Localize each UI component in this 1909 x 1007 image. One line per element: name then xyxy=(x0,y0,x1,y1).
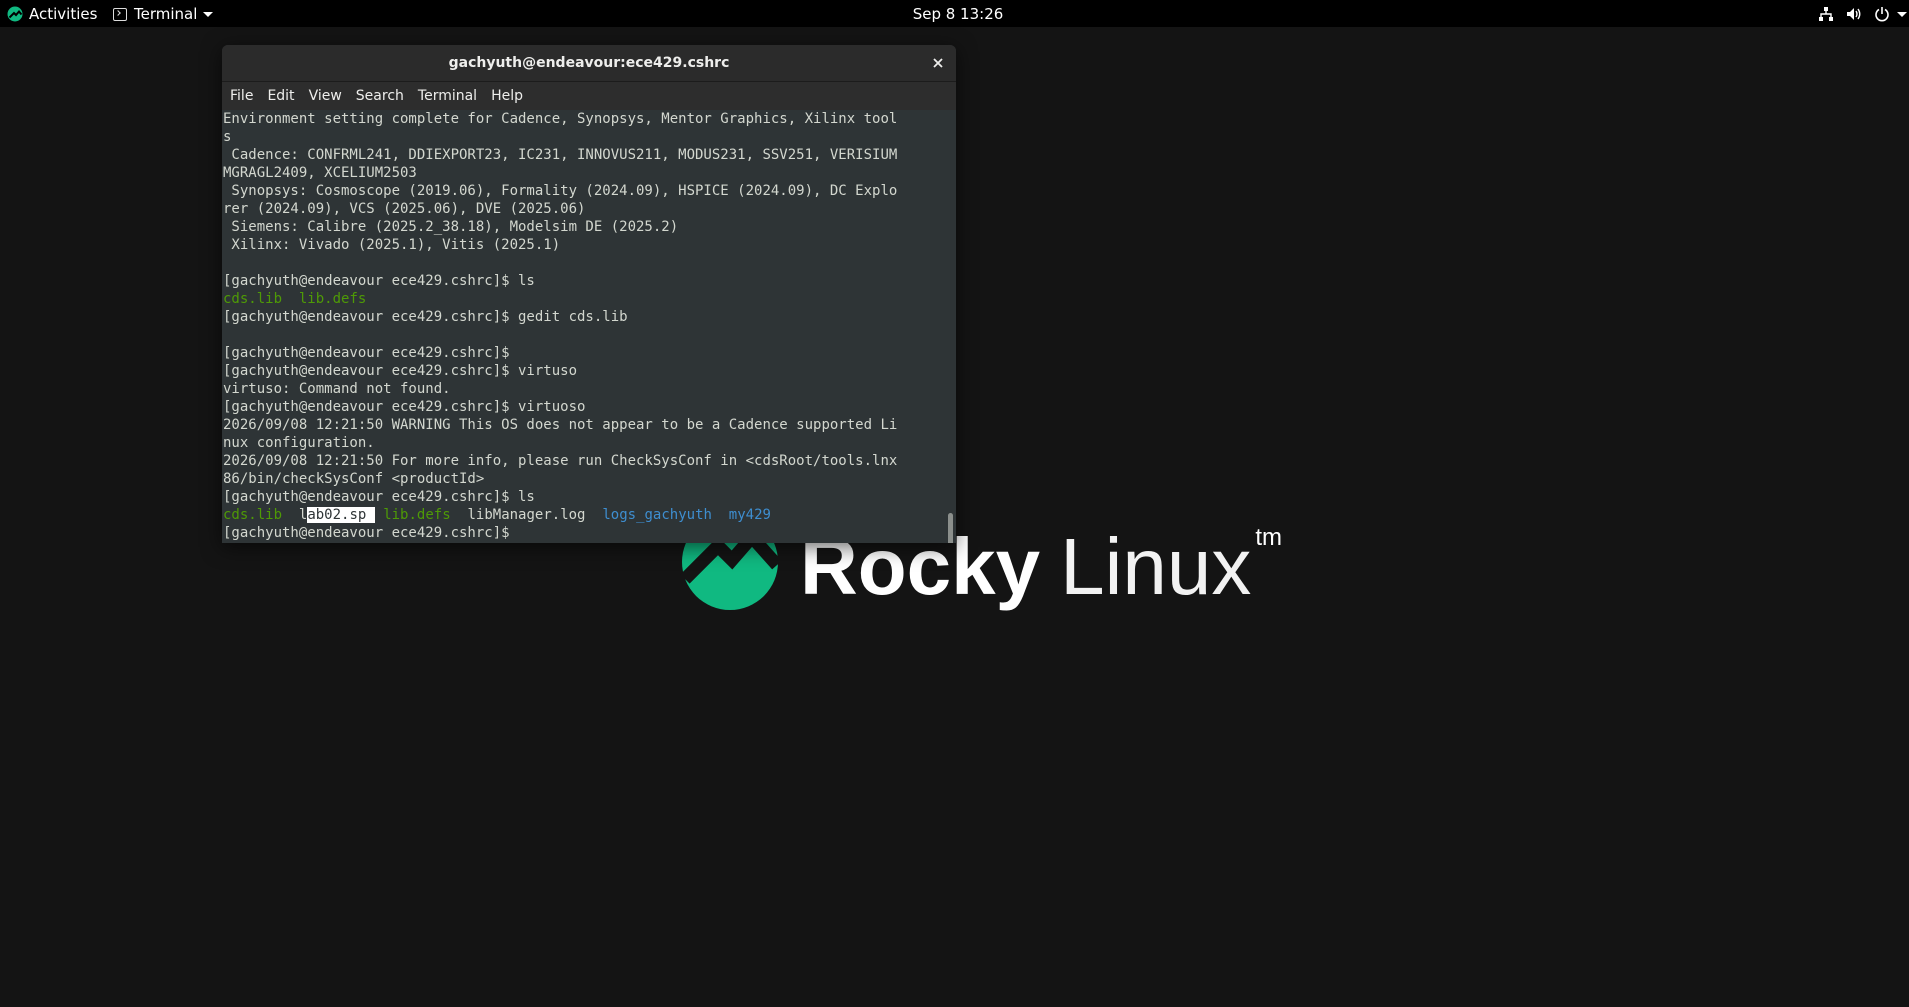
terminal-line: [gachyuth@endeavour ece429.cshrc]$ virtu… xyxy=(223,363,578,379)
menu-bar: File Edit View Search Terminal Help xyxy=(222,82,956,110)
terminal-line: [gachyuth@endeavour ece429.cshrc]$ virtu… xyxy=(223,399,586,415)
terminal-output[interactable]: Environment setting complete for Cadence… xyxy=(222,110,944,543)
clock-container: Sep 8 13:26 xyxy=(0,3,1909,25)
ls-entry-cds-lib: cds.lib xyxy=(223,507,283,523)
scrollbar-thumb[interactable] xyxy=(948,513,953,543)
network-icon xyxy=(1817,5,1835,23)
window-title: gachyuth@endeavour:ece429.cshrc xyxy=(448,55,730,71)
menu-help[interactable]: Help xyxy=(491,88,523,104)
ls-entry-cds-lib: cds.lib xyxy=(223,291,283,307)
clock[interactable]: Sep 8 13:26 xyxy=(913,5,1004,23)
menu-view[interactable]: View xyxy=(309,88,342,104)
terminal-window[interactable]: gachyuth@endeavour:ece429.cshrc File Edi… xyxy=(222,45,956,543)
power-icon xyxy=(1873,5,1891,23)
activities-label: Activities xyxy=(29,5,98,23)
terminal-line: Environment setting complete for Cadence… xyxy=(223,111,898,127)
ls-entry-libmanager-log: libManager.log xyxy=(467,507,586,523)
menu-file[interactable]: File xyxy=(230,88,253,104)
menu-edit[interactable]: Edit xyxy=(267,88,294,104)
terminal-line: virtuso: Command not found. xyxy=(223,381,451,397)
terminal-line: Cadence: CONFRML241, DDIEXPORT23, IC231,… xyxy=(223,147,898,163)
menu-search[interactable]: Search xyxy=(356,88,404,104)
terminal-line: cds.lib lab02.sp lib.defs libManager.log… xyxy=(223,506,944,524)
terminal-line: 2026/09/08 12:21:50 WARNING This OS does… xyxy=(223,417,898,433)
terminal-line: MGRAGL2409, XCELIUM2503 xyxy=(223,165,417,181)
terminal-line: [gachyuth@endeavour ece429.cshrc]$ ls xyxy=(223,273,535,289)
ls-entry-my429-dir: my429 xyxy=(728,507,771,523)
chevron-down-icon xyxy=(1897,11,1907,17)
terminal-line: Synopsys: Cosmoscope (2019.06), Formalit… xyxy=(223,183,898,199)
terminal-line: 86/bin/checkSysConf <productId> xyxy=(223,471,485,487)
app-menu-terminal[interactable]: Terminal xyxy=(113,3,214,25)
terminal-scrollbar[interactable] xyxy=(944,110,956,543)
window-titlebar[interactable]: gachyuth@endeavour:ece429.cshrc xyxy=(222,45,956,82)
terminal-line: [gachyuth@endeavour ece429.cshrc]$ xyxy=(223,525,519,541)
activities-button[interactable]: Activities xyxy=(7,3,97,25)
terminal-line: cds.lib lib.defs xyxy=(223,290,944,308)
top-bar: Activities Terminal Sep 8 13:26 xyxy=(0,0,1909,27)
terminal-line: Siemens: Calibre (2025.2_38.18), Modelsi… xyxy=(223,219,679,235)
terminal-line: rer (2024.09), VCS (2025.06), DVE (2025.… xyxy=(223,201,586,217)
chevron-down-icon xyxy=(203,11,214,17)
terminal-line: [gachyuth@endeavour ece429.cshrc]$ xyxy=(223,345,510,361)
terminal-line: [gachyuth@endeavour ece429.cshrc]$ ls xyxy=(223,489,535,505)
ls-entry-logs-dir: logs_gachyuth xyxy=(602,507,712,523)
terminal-icon xyxy=(113,7,127,21)
terminal-line: 2026/09/08 12:21:50 For more info, pleas… xyxy=(223,453,898,469)
close-button[interactable] xyxy=(928,53,948,73)
ls-entry-lab02-selected: ab02.sp xyxy=(307,507,375,523)
menu-terminal[interactable]: Terminal xyxy=(418,88,477,104)
wallpaper-word-linux: Linux xyxy=(1060,522,1252,611)
terminal-line: Xilinx: Vivado (2025.1), Vitis (2025.1) xyxy=(223,237,561,253)
app-menu-label: Terminal xyxy=(134,5,198,23)
ls-entry-lib-defs: lib.defs xyxy=(383,507,451,523)
rocky-logo-icon xyxy=(7,6,23,22)
terminal-line: s xyxy=(223,129,232,145)
volume-icon xyxy=(1845,5,1863,23)
ls-entry-lib-defs: lib.defs xyxy=(298,291,367,307)
terminal-line: [gachyuth@endeavour ece429.cshrc]$ gedit… xyxy=(223,309,628,325)
wallpaper-trademark: tm xyxy=(1255,524,1283,551)
system-tray[interactable] xyxy=(1807,3,1909,25)
terminal-line: nux configuration. xyxy=(223,435,375,451)
close-icon xyxy=(933,58,943,68)
